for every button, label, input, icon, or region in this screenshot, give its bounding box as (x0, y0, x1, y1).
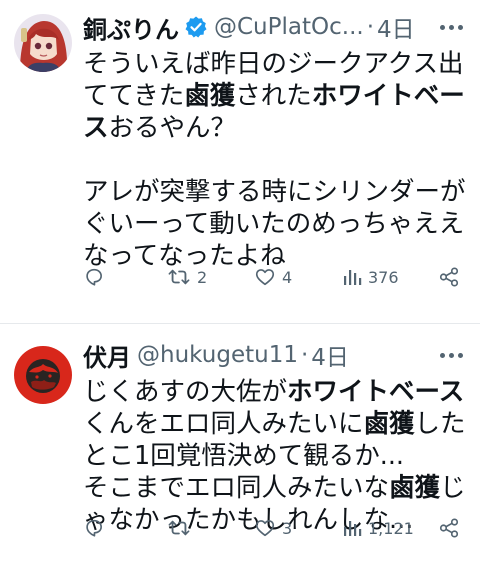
views-icon (342, 518, 362, 538)
like-icon (254, 517, 276, 539)
text-segment: ぐいーって動いたのめっちゃええ (83, 209, 465, 239)
reply-button[interactable] (83, 266, 111, 288)
text-segment: おるやん？ (108, 113, 237, 143)
separator: · (366, 14, 375, 40)
share-button[interactable] (438, 517, 460, 539)
highlighted-term: ホワイトベー (311, 81, 465, 111)
text-line: じくあすの大佐がホワイトベース (83, 376, 466, 408)
retweet-icon (167, 266, 191, 288)
avatar[interactable] (14, 14, 72, 72)
retweet-icon (167, 517, 191, 539)
text-line: アレが突撃する時にシリンダーが (83, 176, 466, 208)
text-line: そこまでエロ同人みたいな鹵獲じ (83, 472, 466, 504)
highlighted-term: 鹵獲 (363, 409, 415, 439)
text-line: ててきた鹵獲されたホワイトベー (83, 80, 466, 112)
text-segment: そこまでエロ同人みたいな (83, 473, 390, 503)
retweet-button[interactable]: 2 (167, 266, 207, 288)
more-icon[interactable] (436, 340, 466, 370)
tweet[interactable]: 銅ぷりん @CuPlatOc... · 4日 そういえば昨日のジークアクス出 てて… (0, 0, 480, 323)
text-segment: とこ1回覚悟決めて観るか... (83, 441, 405, 471)
text-segment: された (235, 81, 312, 111)
timestamp[interactable]: 4日 (311, 338, 349, 372)
tweet-header: 伏月 @hukugetu11 · 4日 (83, 336, 466, 374)
reply-icon (83, 266, 105, 288)
highlighted-term: ホワイトベース (287, 377, 465, 407)
text-segment: じくあすの大佐が (83, 377, 288, 407)
text-segment: じ (440, 473, 466, 503)
text-line: そういえば昨日のジークアクス出 (83, 48, 466, 80)
share-icon (438, 517, 460, 539)
highlighted-term: ス (83, 113, 109, 143)
tweet-body: 銅ぷりん @CuPlatOc... · 4日 そういえば昨日のジークアクス出 てて… (83, 8, 466, 272)
like-icon (254, 266, 276, 288)
author-handle[interactable]: @hukugetu11 (137, 342, 298, 368)
views-icon (342, 267, 362, 287)
text-segment: アレが突撃する時にシリンダーが (83, 177, 466, 207)
tweet[interactable]: 伏月 @hukugetu11 · 4日 じくあすの大佐がホワイトベース くんをエロ… (0, 324, 480, 580)
author-name[interactable]: 銅ぷりん (83, 10, 179, 45)
share-icon (438, 266, 460, 288)
text-line: ぐいーって動いたのめっちゃええ (83, 208, 466, 240)
reply-button[interactable] (83, 517, 111, 539)
highlighted-term: 鹵獲 (389, 473, 441, 503)
separator: · (300, 342, 309, 368)
timeline-feed: 銅ぷりん @CuPlatOc... · 4日 そういえば昨日のジークアクス出 てて… (0, 0, 480, 579)
tweet-text: そういえば昨日のジークアクス出 ててきた鹵獲されたホワイトベー スおるやん？ アレが突… (83, 48, 466, 272)
author-handle[interactable]: @CuPlatOc... (214, 14, 364, 40)
more-icon[interactable] (436, 12, 466, 42)
views-count: 1,121 (368, 518, 414, 538)
tweet-body: 伏月 @hukugetu11 · 4日 じくあすの大佐がホワイトベース くんをエロ… (83, 336, 466, 536)
text-line: とこ1回覚悟決めて観るか... (83, 440, 466, 472)
verified-icon (184, 15, 208, 39)
text-segment: くんをエロ同人みたいに (83, 409, 364, 439)
text-segment: した (414, 409, 466, 439)
tweet-header: 銅ぷりん @CuPlatOc... · 4日 (83, 8, 466, 46)
highlighted-term: 鹵獲 (184, 81, 236, 111)
text-line: くんをエロ同人みたいに鹵獲した (83, 408, 466, 440)
reply-icon (83, 517, 105, 539)
like-count: 3 (282, 518, 293, 538)
like-button[interactable]: 3 (254, 517, 292, 539)
views-count: 376 (368, 267, 399, 287)
views-button[interactable]: 376 (342, 267, 399, 287)
timestamp[interactable]: 4日 (377, 10, 415, 44)
text-segment: ててきた (83, 81, 185, 111)
retweet-count: 2 (197, 267, 208, 287)
views-button[interactable]: 1,121 (342, 518, 414, 538)
author-name[interactable]: 伏月 (83, 338, 131, 373)
text-segment: そういえば昨日のジークアクス出 (83, 49, 464, 79)
share-button[interactable] (438, 266, 460, 288)
tweet-text: じくあすの大佐がホワイトベース くんをエロ同人みたいに鹵獲した とこ1回覚悟決めて観… (83, 376, 466, 536)
like-button[interactable]: 4 (254, 266, 292, 288)
like-count: 4 (282, 267, 293, 287)
avatar[interactable] (14, 346, 72, 404)
text-line: スおるやん？ (83, 112, 466, 144)
retweet-button[interactable] (167, 517, 197, 539)
